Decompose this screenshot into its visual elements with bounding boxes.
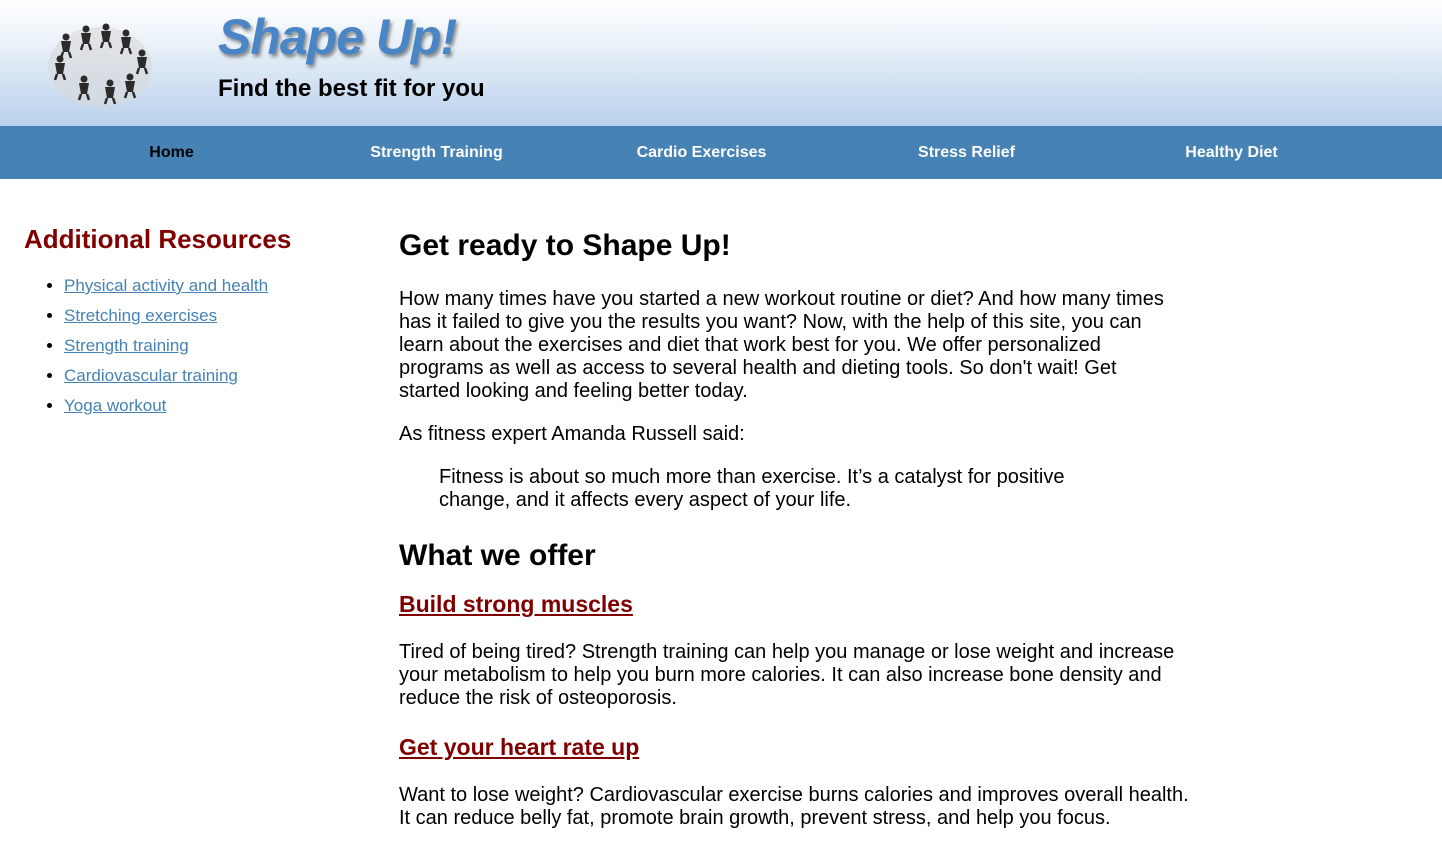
intro-paragraph: How many times have you started a new wo… (399, 288, 1164, 402)
resource-link-physical-activity[interactable]: Physical activity and health (64, 276, 268, 295)
site-title: Shape Up! (218, 9, 457, 65)
resource-link-stretching[interactable]: Stretching exercises (64, 306, 217, 325)
sidebar-heading: Additional Resources (24, 224, 292, 254)
offer-link-strong-muscles[interactable]: Build strong muscles (399, 591, 633, 617)
expert-line: As fitness expert Amanda Russell said: (399, 423, 745, 445)
nav-item-cardio-exercises[interactable]: Cardio Exercises (569, 144, 834, 162)
list-item: Strength training (64, 331, 354, 361)
resource-link-strength[interactable]: Strength training (64, 336, 189, 355)
main-nav: Home Strength Training Cardio Exercises … (0, 126, 1442, 179)
site-header: Shape Up! Find the best fit for you (0, 0, 1442, 126)
site-tagline: Find the best fit for you (218, 75, 485, 102)
expert-quote: Fitness is about so much more than exerc… (439, 466, 1065, 511)
offer-title: Get your heart rate up (399, 733, 1189, 761)
offer-text: Want to lose weight? Cardiovascular exer… (399, 784, 1189, 829)
nav-item-stress-relief[interactable]: Stress Relief (834, 144, 1099, 162)
nav-item-home[interactable]: Home (39, 144, 304, 162)
list-item: Yoga workout (64, 391, 354, 421)
page-heading: Get ready to Shape Up! (399, 229, 731, 262)
nav-item-strength-training[interactable]: Strength Training (304, 144, 569, 162)
resource-link-yoga[interactable]: Yoga workout (64, 396, 166, 415)
resource-link-cardio[interactable]: Cardiovascular training (64, 366, 238, 385)
main-content: Get ready to Shape Up! How many times ha… (399, 226, 1189, 830)
people-circle-logo-icon[interactable] (44, 22, 156, 112)
offer-link-heart-rate[interactable]: Get your heart rate up (399, 734, 639, 760)
offer-text: Tired of being tired? Strength training … (399, 641, 1175, 709)
nav-item-healthy-diet[interactable]: Healthy Diet (1099, 144, 1364, 162)
sidebar: Additional Resources Physical activity a… (24, 224, 354, 421)
list-item: Stretching exercises (64, 301, 354, 331)
list-item: Physical activity and health (64, 271, 354, 301)
resource-list: Physical activity and health Stretching … (24, 271, 354, 421)
offer-title: Build strong muscles (399, 590, 1189, 618)
list-item: Cardiovascular training (64, 361, 354, 391)
offer-heading: What we offer (399, 539, 596, 572)
